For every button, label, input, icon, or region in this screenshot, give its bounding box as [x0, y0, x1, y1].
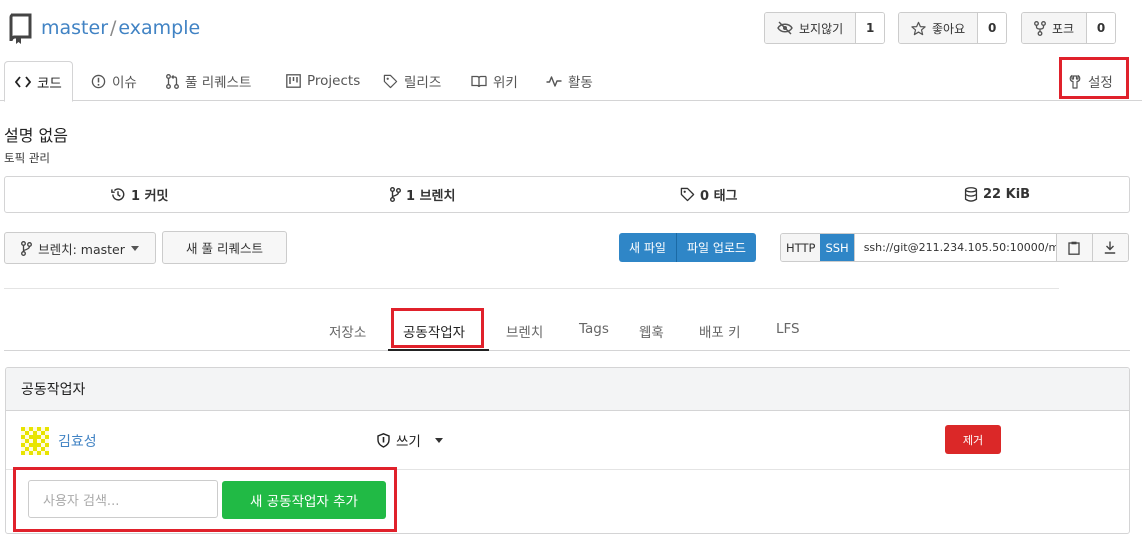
upload-file-button[interactable]: 파일 업로드: [675, 233, 756, 262]
new-pull-request-button[interactable]: 새 풀 리퀘스트: [162, 231, 287, 264]
eye-slash-icon: [777, 21, 793, 35]
stat-size-label: 22 KiB: [983, 187, 1031, 202]
shield-icon: [377, 432, 390, 448]
tab-activity[interactable]: 활동: [546, 61, 593, 101]
clone-http-button[interactable]: HTTP: [781, 234, 821, 261]
star-button[interactable]: 좋아요 0: [898, 12, 1008, 44]
fork-count[interactable]: 0: [1087, 13, 1116, 43]
branch-selector[interactable]: 브렌치: master: [4, 232, 156, 264]
tab-pulls-label: 풀 리퀘스트: [185, 75, 252, 91]
settings-highlight-box: [1059, 57, 1129, 99]
tab-releases[interactable]: 릴리즈: [383, 61, 441, 101]
collaborator-row: 김효성 쓰기 제거: [6, 411, 1129, 470]
stat-tags-label: 0 태그: [700, 189, 738, 204]
fork-button[interactable]: 포크 0: [1021, 12, 1117, 44]
settings-tab-webhooks[interactable]: 웹훅: [639, 321, 664, 341]
repo-title: master / example: [41, 17, 200, 39]
watch-label: 보지않기: [799, 21, 844, 36]
repo-separator: /: [110, 17, 117, 39]
stat-tags[interactable]: 0 태그: [680, 177, 738, 212]
new-file-button[interactable]: 새 파일: [619, 233, 676, 262]
tab-issues-label: 이슈: [112, 75, 137, 91]
stat-commits-label: 1 커밋: [131, 189, 169, 204]
download-button[interactable]: [1091, 234, 1128, 261]
branch-selector-label: 브렌치: master: [38, 241, 125, 257]
repo-owner-link[interactable]: master: [41, 17, 108, 39]
tab-issues[interactable]: 이슈: [91, 61, 137, 101]
add-collaborator-highlight-box: [13, 467, 397, 532]
star-icon: [911, 21, 926, 36]
repo-name-link[interactable]: example: [118, 17, 200, 39]
tab-activity-label: 활동: [568, 75, 593, 91]
issue-icon: [91, 74, 106, 89]
section-divider: [4, 288, 1059, 289]
tab-code-label: 코드: [37, 75, 62, 92]
settings-tab-lfs[interactable]: LFS: [776, 321, 800, 337]
database-icon: [964, 187, 978, 202]
manage-topics-link[interactable]: 토픽 관리: [4, 150, 50, 166]
clone-url-input[interactable]: ssh://git@211.234.105.50:10000/master/ex…: [853, 234, 1056, 261]
file-action-buttons: 새 파일 파일 업로드: [619, 233, 756, 262]
tab-wiki[interactable]: 위키: [471, 61, 518, 101]
settings-tab-active-indicator: [388, 349, 489, 351]
stat-size: 22 KiB: [964, 177, 1030, 212]
tab-releases-label: 릴리즈: [404, 75, 442, 91]
tab-projects-label: Projects: [307, 73, 361, 89]
stat-commits[interactable]: 1 커밋: [110, 177, 169, 212]
tag-icon: [383, 74, 398, 89]
star-label: 좋아요: [932, 21, 966, 36]
avatar[interactable]: [21, 427, 49, 455]
fork-icon: [1034, 20, 1046, 36]
collaborators-header: 공동작업자: [6, 368, 1129, 411]
settings-tab-tags[interactable]: Tags: [579, 321, 609, 337]
star-count[interactable]: 0: [978, 13, 1007, 43]
clone-ssh-button[interactable]: SSH: [820, 234, 854, 261]
clone-box: HTTP SSH ssh://git@211.234.105.50:10000/…: [780, 233, 1129, 262]
caret-down-icon: [130, 245, 139, 251]
collaborators-tab-highlight-box: [391, 308, 484, 348]
watch-button[interactable]: 보지않기 1: [764, 12, 886, 44]
settings-tab-underline: [4, 350, 1130, 351]
repo-description: 설명 없음: [4, 126, 68, 145]
tab-pulls[interactable]: 풀 리퀘스트: [166, 61, 251, 101]
permission-dropdown[interactable]: 쓰기: [377, 430, 443, 450]
stat-branches-label: 1 브렌치: [406, 189, 456, 204]
collaborator-name[interactable]: 김효성: [58, 431, 97, 451]
branch-icon: [390, 187, 401, 202]
history-icon: [110, 187, 126, 202]
copy-url-button[interactable]: [1055, 234, 1092, 261]
tab-projects[interactable]: Projects: [286, 61, 360, 101]
remove-collaborator-button[interactable]: 제거: [945, 425, 1001, 454]
book-icon: [471, 75, 487, 88]
tab-wiki-label: 위키: [493, 75, 518, 91]
pull-request-icon: [166, 73, 179, 89]
settings-tab-branches[interactable]: 브렌치: [506, 321, 543, 341]
tag-icon: [680, 187, 695, 202]
settings-tab-deploy-keys[interactable]: 배포 키: [699, 321, 741, 341]
repo-tab-bar: 코드 이슈 풀 리퀘스트 Projects 릴리즈 위키 활동 설정: [0, 61, 1142, 102]
clipboard-icon: [1068, 241, 1080, 255]
code-icon: [15, 75, 31, 88]
watch-count[interactable]: 1: [856, 13, 885, 43]
project-board-icon: [286, 74, 301, 88]
caret-down-icon: [434, 437, 443, 443]
fork-label: 포크: [1052, 21, 1075, 36]
repo-stats-bar: 1 커밋 1 브렌치 0 태그 22 KiB: [4, 176, 1130, 213]
stat-branches[interactable]: 1 브렌치: [390, 177, 455, 212]
settings-tab-repository[interactable]: 저장소: [329, 321, 366, 341]
download-icon: [1104, 241, 1116, 254]
repo-icon: [7, 13, 33, 45]
tab-code[interactable]: 코드: [4, 61, 73, 102]
pulse-icon: [546, 75, 562, 87]
permission-label: 쓰기: [396, 434, 421, 450]
branch-icon: [21, 240, 33, 256]
